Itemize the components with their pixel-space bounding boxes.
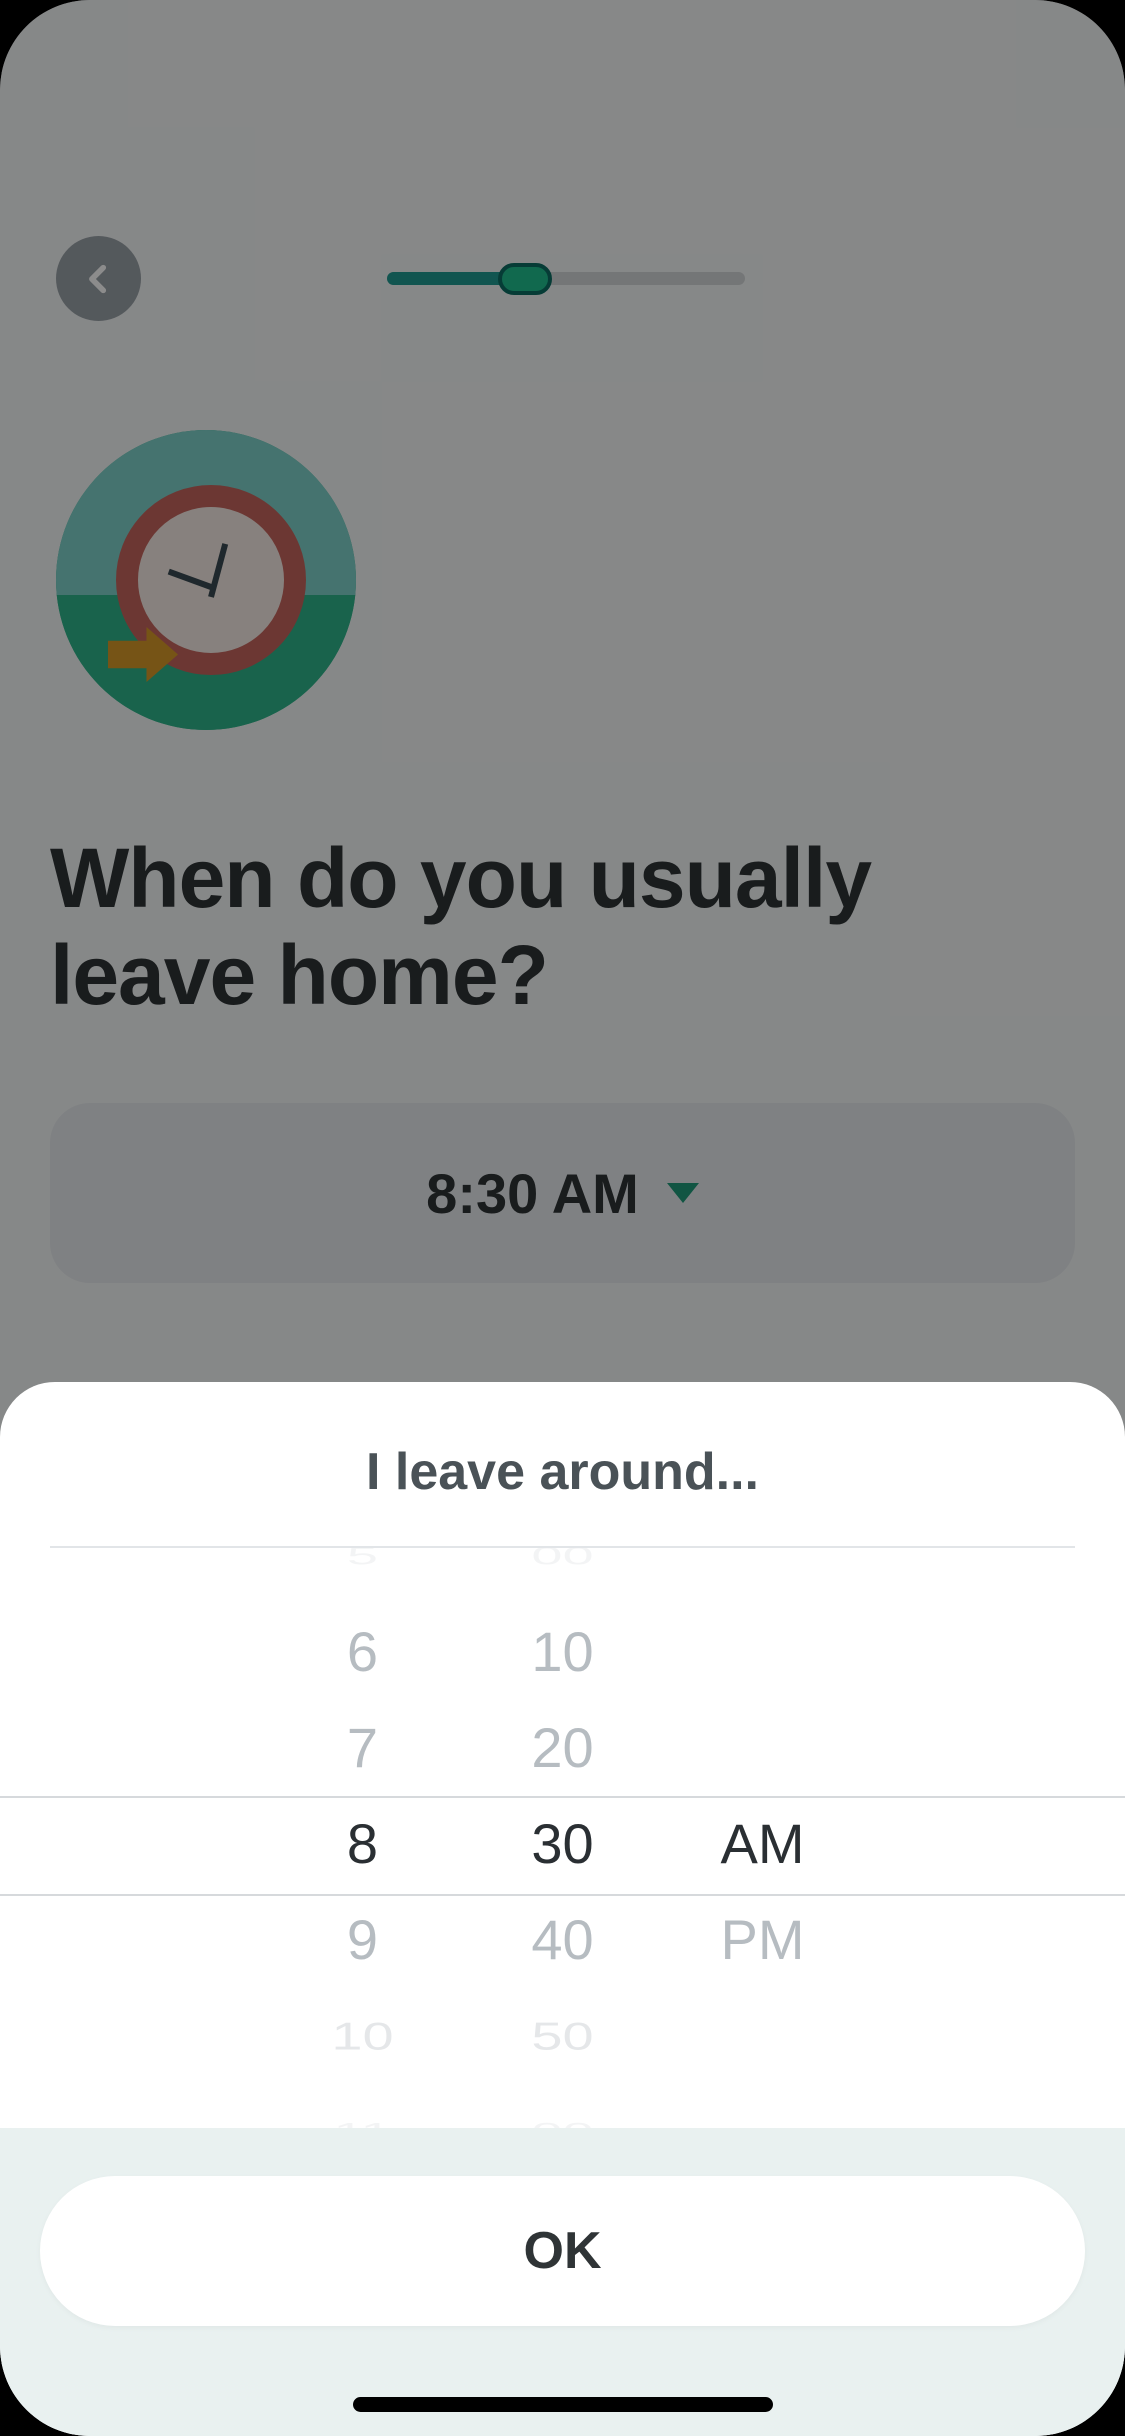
minute-option[interactable]: 00 [463,2110,663,2128]
minute-option[interactable]: 50 [463,2002,663,2069]
ok-button[interactable]: OK [40,2176,1085,2326]
hour-option[interactable]: 11 [263,2110,463,2128]
ok-button-label: OK [524,2221,602,2281]
ampm-option-selected[interactable]: AM [663,1796,863,1892]
hour-option[interactable]: 6 [263,1604,463,1700]
ampm-option[interactable]: PM [663,1892,863,1988]
minute-option[interactable]: 20 [463,1700,663,1796]
time-picker[interactable]: 5 6 7 8 9 10 11 00 10 20 30 40 50 00 [0,1548,1125,2128]
hour-option[interactable]: 5 [263,1548,463,1578]
minute-option-selected[interactable]: 30 [463,1796,663,1892]
hour-column[interactable]: 5 6 7 8 9 10 11 [263,1548,463,2128]
minute-option[interactable]: 40 [463,1892,663,1988]
hour-option[interactable]: 7 [263,1700,463,1796]
home-indicator [353,2397,773,2412]
sheet-title: I leave around... [0,1382,1125,1546]
minute-option[interactable]: 10 [463,1604,663,1700]
time-picker-sheet: I leave around... 5 6 7 8 9 10 11 00 10 [0,1382,1125,2436]
hour-option-selected[interactable]: 8 [263,1796,463,1892]
minute-column[interactable]: 00 10 20 30 40 50 00 [463,1548,663,2128]
hour-option[interactable]: 10 [263,2002,463,2069]
hour-option[interactable]: 9 [263,1892,463,1988]
minute-option[interactable]: 00 [463,1548,663,1578]
ampm-column[interactable]: AM PM [663,1548,863,2128]
